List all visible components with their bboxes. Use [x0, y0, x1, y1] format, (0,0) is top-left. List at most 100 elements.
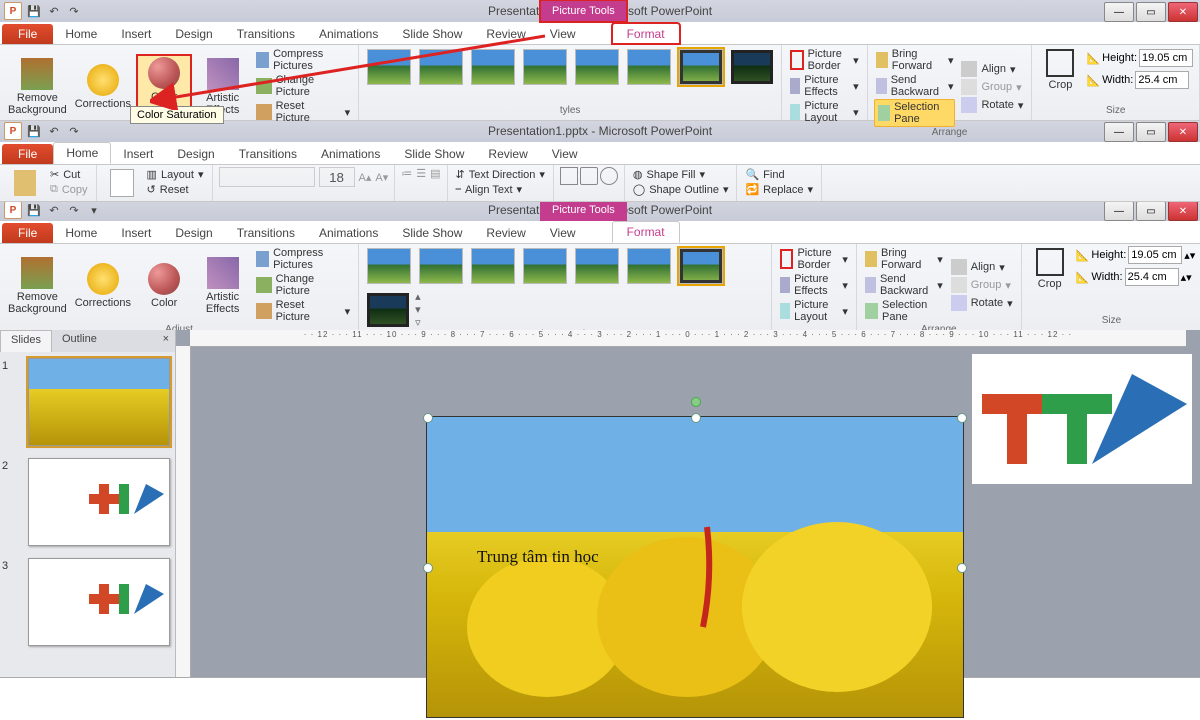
- picture-border-button[interactable]: Picture Border ▾: [778, 246, 850, 272]
- paste-button[interactable]: [6, 168, 44, 196]
- selected-picture[interactable]: Trung tâm tin học: [426, 416, 964, 718]
- bring-forward-button[interactable]: Bring Forward ▾: [863, 246, 945, 272]
- compress-pictures-button[interactable]: Compress Pictures: [254, 47, 352, 73]
- picture-effects-button[interactable]: Picture Effects ▾: [778, 272, 850, 298]
- tab-design[interactable]: Design: [163, 223, 224, 243]
- style-preset[interactable]: [627, 248, 671, 284]
- tab-animations[interactable]: Animations: [309, 144, 392, 164]
- tab-review[interactable]: Review: [476, 144, 539, 164]
- crop-button[interactable]: Crop: [1038, 47, 1082, 91]
- selection-pane-button[interactable]: Selection Pane: [863, 298, 945, 324]
- selection-pane-button[interactable]: Selection Pane: [874, 99, 956, 127]
- minimize-button[interactable]: —: [1104, 2, 1134, 22]
- resize-handle[interactable]: [691, 413, 701, 423]
- tab-slideshow[interactable]: Slide Show: [392, 144, 476, 164]
- text-box[interactable]: Trung tâm tin học: [477, 547, 599, 567]
- new-slide-button[interactable]: [103, 167, 141, 197]
- change-picture-button[interactable]: Change Picture: [254, 272, 352, 298]
- gallery-down-icon[interactable]: ▾: [415, 303, 421, 316]
- tab-home[interactable]: Home: [53, 142, 111, 164]
- style-preset[interactable]: [523, 49, 567, 85]
- tab-transitions[interactable]: Transitions: [225, 24, 307, 44]
- style-preset[interactable]: [523, 248, 567, 284]
- tab-animations[interactable]: Animations: [307, 223, 390, 243]
- compress-pictures-button[interactable]: Compress Pictures: [254, 246, 352, 272]
- find-button[interactable]: 🔍 Find: [743, 167, 815, 182]
- align-button[interactable]: Align ▾: [959, 60, 1025, 78]
- tab-view[interactable]: View: [538, 24, 588, 44]
- bring-forward-button[interactable]: Bring Forward ▾: [874, 47, 956, 73]
- height-field[interactable]: 📐 Height:▴▾: [1076, 246, 1196, 264]
- undo-icon[interactable]: ↶: [46, 3, 62, 19]
- minimize-button[interactable]: —: [1104, 201, 1134, 221]
- tab-insert[interactable]: Insert: [109, 223, 163, 243]
- picture-layout-button[interactable]: Picture Layout ▾: [778, 298, 850, 324]
- color-button[interactable]: Color: [137, 261, 191, 309]
- tab-insert[interactable]: Insert: [111, 144, 165, 164]
- tab-slideshow[interactable]: Slide Show: [390, 24, 474, 44]
- tab-review[interactable]: Review: [474, 24, 537, 44]
- style-preset[interactable]: [419, 49, 463, 85]
- reset-picture-button[interactable]: Reset Picture ▾: [254, 298, 352, 324]
- undo-icon[interactable]: ↶: [46, 202, 62, 218]
- change-picture-button[interactable]: Change Picture: [254, 73, 352, 99]
- tab-format[interactable]: Format: [612, 23, 680, 44]
- style-preset[interactable]: [367, 49, 411, 85]
- tab-design[interactable]: Design: [163, 24, 224, 44]
- send-backward-button[interactable]: Send Backward ▾: [863, 272, 945, 298]
- shape-icon[interactable]: [600, 167, 618, 185]
- maximize-button[interactable]: ▭: [1136, 2, 1166, 22]
- gallery-more-icon[interactable]: ▿: [415, 316, 421, 329]
- style-preset[interactable]: [731, 50, 773, 84]
- tab-home[interactable]: Home: [53, 223, 109, 243]
- width-field[interactable]: 📐 Width:▴▾: [1076, 268, 1196, 286]
- picture-layout-button[interactable]: Picture Layout ▾: [788, 99, 861, 125]
- style-preset[interactable]: [367, 293, 409, 327]
- maximize-button[interactable]: ▭: [1136, 201, 1166, 221]
- style-preset[interactable]: [419, 248, 463, 284]
- file-tab[interactable]: File: [2, 223, 53, 243]
- resize-handle[interactable]: [423, 413, 433, 423]
- slide-thumb-3[interactable]: [28, 558, 170, 646]
- save-icon[interactable]: 💾: [26, 3, 42, 19]
- tab-home[interactable]: Home: [53, 24, 109, 44]
- style-preset[interactable]: [575, 248, 619, 284]
- rotate-button[interactable]: Rotate ▾: [949, 294, 1015, 312]
- redo-icon[interactable]: ↷: [66, 202, 82, 218]
- artistic-effects-button[interactable]: Artistic Effects: [195, 255, 249, 315]
- undo-icon[interactable]: ↶: [46, 123, 62, 139]
- tab-slideshow[interactable]: Slide Show: [390, 223, 474, 243]
- save-icon[interactable]: 💾: [26, 123, 42, 139]
- save-icon[interactable]: 💾: [26, 202, 42, 218]
- shape-icon[interactable]: [580, 167, 598, 185]
- style-preset[interactable]: [471, 248, 515, 284]
- tab-format[interactable]: Format: [612, 221, 680, 243]
- minimize-button[interactable]: —: [1104, 122, 1134, 142]
- picture-effects-button[interactable]: Picture Effects ▾: [788, 73, 861, 99]
- remove-background-button[interactable]: Remove Background: [6, 56, 69, 116]
- height-field[interactable]: 📐 Height:: [1086, 49, 1193, 67]
- style-preset[interactable]: [575, 49, 619, 85]
- file-tab[interactable]: File: [2, 144, 53, 164]
- corrections-button[interactable]: Corrections: [73, 62, 133, 110]
- reset-button[interactable]: ↺ Reset: [145, 182, 206, 197]
- replace-button[interactable]: 🔁 Replace ▾: [743, 182, 815, 197]
- resize-handle[interactable]: [957, 413, 967, 423]
- thumbs-tab-outline[interactable]: Outline: [52, 330, 107, 352]
- reset-picture-button[interactable]: Reset Picture ▾: [254, 99, 352, 125]
- resize-handle[interactable]: [957, 563, 967, 573]
- maximize-button[interactable]: ▭: [1136, 122, 1166, 142]
- rotate-handle[interactable]: [691, 397, 701, 407]
- slide-thumb-1[interactable]: [28, 358, 170, 446]
- style-preset[interactable]: [471, 49, 515, 85]
- close-button[interactable]: ✕: [1168, 201, 1198, 221]
- file-tab[interactable]: File: [2, 24, 53, 44]
- tab-review[interactable]: Review: [474, 223, 537, 243]
- redo-icon[interactable]: ↷: [66, 3, 82, 19]
- layout-button[interactable]: ▥ Layout ▾: [145, 167, 206, 182]
- cut-button[interactable]: ✂ Cut: [48, 167, 90, 182]
- send-backward-button[interactable]: Send Backward ▾: [874, 73, 956, 99]
- thumbs-close-icon[interactable]: ×: [157, 330, 175, 352]
- style-preset[interactable]: [627, 49, 671, 85]
- slide-thumb-2[interactable]: [28, 458, 170, 546]
